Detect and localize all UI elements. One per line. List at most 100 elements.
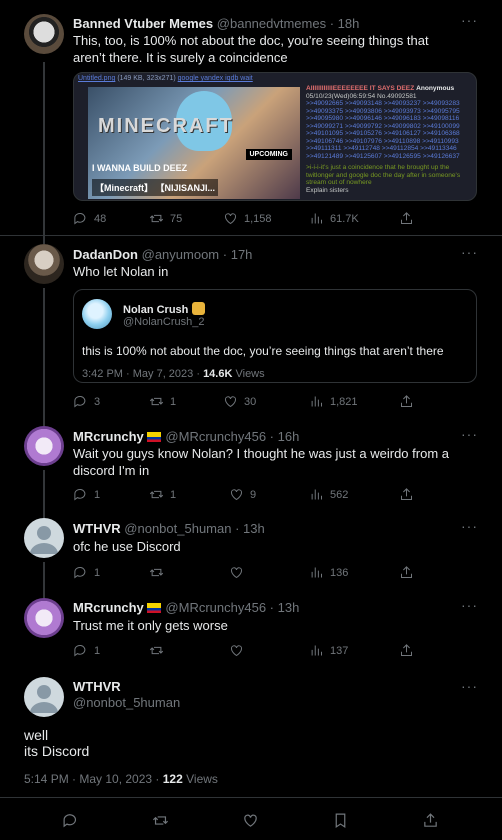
tweet-text: Wait you guys know Nolan? I thought he w… (73, 446, 449, 478)
post-title: AIIIIIIIIIIIIEEEEEEEE IT SAYS DEEZ (306, 85, 415, 92)
bar-chart-icon (311, 645, 322, 656)
tweet-5[interactable]: MRcrunchy @MRcrunchy456 · 13h ··· Trust … (0, 588, 502, 670)
retweet-button[interactable]: 1 (149, 487, 176, 502)
reply-button[interactable]: 48 (73, 211, 106, 226)
action-bar: 1 1 9 562 (73, 487, 413, 503)
post-date: 05/10/23(Wed)06:59:54 No.49092581 (306, 92, 417, 100)
quoted-meta: 3:42 PM · May 7, 2023 · 14.6K Views (82, 368, 265, 380)
display-name[interactable]: MRcrunchy (73, 600, 144, 615)
bookmark-button[interactable] (332, 812, 349, 832)
retweet-icon (149, 646, 164, 655)
action-bar: 1 137 (73, 643, 413, 659)
avatar[interactable] (24, 518, 64, 558)
more-icon[interactable]: ··· (461, 426, 478, 442)
display-name[interactable]: MRcrunchy (73, 429, 144, 444)
focused-timestamp[interactable]: 5:14 PM · May 10, 2023 · (24, 772, 159, 786)
focused-action-bar (0, 797, 502, 840)
thumbnail-brand: MINECRAFT (98, 115, 234, 137)
share-icon (401, 395, 412, 407)
thumbnail-subtitle: 【Minecraft】 【NIJISANJI... (92, 179, 219, 196)
handle[interactable]: @anyumoom (142, 247, 220, 262)
more-icon[interactable]: ··· (461, 518, 478, 534)
retweet-button[interactable]: 75 (149, 211, 182, 226)
retweet-button[interactable] (152, 812, 169, 832)
like-button[interactable]: 1,158 (223, 211, 272, 226)
timestamp[interactable]: 16h (278, 429, 300, 444)
focused-tweet-text: well its Discord (24, 727, 90, 759)
share-icon (401, 644, 412, 656)
views-button[interactable]: 137 (309, 643, 348, 658)
display-name[interactable]: WTHVR (73, 521, 121, 536)
handle[interactable]: @MRcrunchy456 (165, 600, 266, 615)
bar-chart-icon (311, 396, 322, 407)
quoted-avatar (82, 299, 112, 329)
share-button[interactable] (399, 487, 414, 502)
retweet-button[interactable]: 1 (149, 394, 176, 409)
reply-button[interactable]: 1 (73, 487, 100, 502)
display-name[interactable]: DadanDon (73, 247, 138, 262)
more-icon[interactable]: ··· (461, 12, 478, 28)
video-thumbnail[interactable]: MINECRAFT UPCOMING I WANNA BUILD DEEZ 【M… (88, 87, 300, 199)
like-button[interactable] (229, 643, 244, 658)
retweet-icon (149, 490, 164, 499)
handle[interactable]: @MRcrunchy456 (165, 429, 266, 444)
reply-button[interactable]: 3 (73, 394, 100, 409)
avatar[interactable] (24, 14, 64, 54)
tweet-4[interactable]: WTHVR @nonbot_5human · 13h ··· ofc he us… (0, 508, 502, 598)
tweet-2[interactable]: DadanDon @anyumoom · 17h ··· Who let Nol… (0, 236, 502, 426)
timestamp[interactable]: 17h (231, 247, 253, 262)
media-card[interactable]: Untitled.png (149 KB, 323x271) google ya… (73, 72, 477, 201)
action-bar: 1 136 (73, 565, 413, 581)
reply-button[interactable]: 1 (73, 643, 100, 658)
tweet-3[interactable]: MRcrunchy @MRcrunchy456 · 16h ··· Wait y… (0, 416, 502, 518)
handle[interactable]: @nonbot_5human (124, 521, 231, 536)
share-button[interactable] (399, 643, 414, 658)
reply-button[interactable]: 1 (73, 565, 100, 580)
quoted-tweet[interactable]: Nolan Crush @NolanCrush_2 this is 100% n… (73, 289, 477, 383)
share-button[interactable] (399, 565, 414, 580)
like-button[interactable]: 9 (229, 487, 256, 502)
timestamp[interactable]: 13h (278, 600, 300, 615)
like-button[interactable] (229, 565, 244, 580)
tweet-1[interactable]: Banned Vtuber Memes @bannedvtmemes · 18h… (0, 0, 502, 244)
timestamp[interactable]: 18h (338, 16, 360, 31)
bookmark-icon (335, 813, 346, 829)
like-button[interactable] (242, 812, 259, 832)
display-name[interactable]: WTHVR (73, 679, 121, 694)
handle[interactable]: @nonbot_5human (73, 695, 180, 710)
more-icon[interactable]: ··· (461, 244, 478, 260)
share-button[interactable] (399, 211, 414, 226)
heart-icon (231, 489, 242, 501)
retweet-button[interactable] (149, 643, 164, 658)
default-avatar-icon (30, 526, 58, 554)
focused-tweet-meta: 5:14 PM · May 10, 2023 · 122 Views (24, 772, 218, 786)
action-bar: 48 75 1,158 61.7K (73, 211, 413, 227)
avatar[interactable] (24, 426, 64, 466)
heart-icon (225, 396, 236, 408)
flag-icon (147, 603, 162, 613)
more-icon[interactable]: ··· (461, 597, 478, 613)
display-name[interactable]: Banned Vtuber Memes (73, 16, 213, 31)
timestamp[interactable]: 13h (243, 521, 265, 536)
quoted-handle: @NolanCrush_2 (123, 316, 205, 328)
like-button[interactable]: 30 (223, 394, 256, 409)
tweet-header: MRcrunchy @MRcrunchy456 · 16h (73, 429, 300, 444)
reply-icon (74, 213, 86, 225)
views-button[interactable]: 1,821 (309, 394, 358, 409)
views-button[interactable]: 562 (309, 487, 348, 502)
avatar[interactable] (24, 244, 64, 284)
reply-icon (74, 489, 86, 501)
more-icon[interactable]: ··· (461, 678, 478, 694)
greentext: >i-i-i-it's just a coincidence that he b… (306, 164, 461, 186)
share-button[interactable] (422, 812, 439, 832)
reply-button[interactable] (62, 812, 79, 832)
avatar[interactable] (24, 598, 64, 638)
handle[interactable]: @bannedvtmemes (217, 16, 326, 31)
views-button[interactable]: 61.7K (309, 211, 359, 226)
retweet-button[interactable] (149, 565, 164, 580)
avatar[interactable] (24, 677, 64, 717)
share-button[interactable] (399, 394, 414, 409)
views-button[interactable]: 136 (309, 565, 348, 580)
retweet-icon (149, 214, 164, 223)
bar-chart-icon (311, 489, 322, 500)
